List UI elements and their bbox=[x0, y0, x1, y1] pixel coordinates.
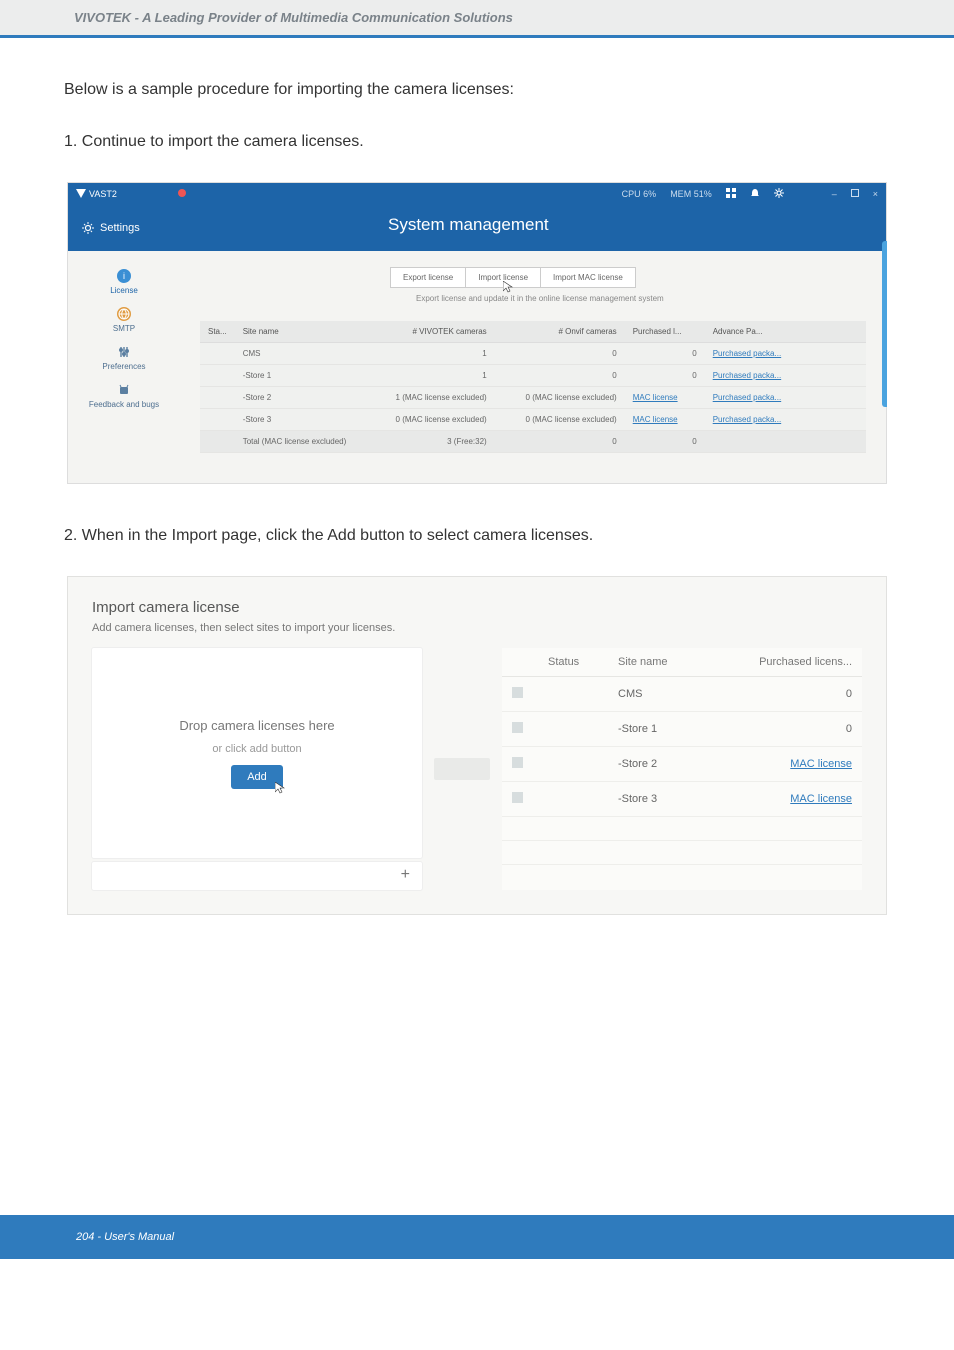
license-table: Sta... Site name # VIVOTEK cameras # Onv… bbox=[200, 321, 866, 453]
table-row: -Store 1100Purchased packa... bbox=[200, 365, 866, 387]
export-license-button[interactable]: Export license bbox=[390, 267, 466, 288]
mac-license-link[interactable]: MAC license bbox=[790, 793, 852, 805]
gear-icon[interactable] bbox=[774, 188, 784, 200]
purchased-link[interactable]: Purchased packa... bbox=[713, 393, 781, 402]
settings-label: Settings bbox=[100, 222, 140, 234]
mem-label: MEM bbox=[670, 189, 691, 199]
mac-license-link[interactable]: MAC license bbox=[790, 758, 852, 770]
table-row: -Store 30 (MAC license excluded)0 (MAC l… bbox=[200, 409, 866, 431]
sidebar-label-license: License bbox=[110, 286, 138, 295]
brand-line: VIVOTEK - A Leading Provider of Multimed… bbox=[74, 10, 513, 25]
purchased-link[interactable]: Purchased packa... bbox=[713, 415, 781, 424]
table-row: CMS0 bbox=[502, 677, 862, 712]
cursor-icon bbox=[275, 782, 285, 797]
purchased-link[interactable]: Purchased packa... bbox=[713, 349, 781, 358]
dialog-subtitle: Add camera licenses, then select sites t… bbox=[92, 622, 862, 634]
sidebar-label-feedback: Feedback and bugs bbox=[89, 400, 159, 409]
col-sitename: Site name bbox=[235, 321, 365, 343]
table-row: -Store 3MAC license bbox=[502, 782, 862, 817]
drop-line1: Drop camera licenses here bbox=[179, 718, 334, 733]
add-button-label: Add bbox=[247, 771, 267, 783]
table-row: -Store 10 bbox=[502, 712, 862, 747]
bell-icon[interactable] bbox=[750, 188, 760, 200]
side-tab-handle[interactable] bbox=[882, 241, 887, 407]
sliders-icon bbox=[117, 345, 131, 359]
sidebar-label-preferences: Preferences bbox=[102, 362, 145, 371]
import-mac-license-button[interactable]: Import MAC license bbox=[540, 267, 636, 288]
license-hint: Export license and update it in the onli… bbox=[416, 294, 866, 303]
step2-text: 2. When in the Import page, click the Ad… bbox=[64, 524, 890, 548]
table-total-row: Total (MAC license excluded)3 (Free:32)0… bbox=[200, 431, 866, 453]
doc-footer: 204 - User's Manual bbox=[0, 1215, 954, 1259]
add-button[interactable]: Add bbox=[231, 765, 283, 789]
sites-table: Status Site name Purchased licens... CMS… bbox=[502, 648, 862, 889]
screenshot-system-management: VAST2 CPU 6% MEM 51% – × bbox=[67, 182, 887, 484]
col-onvif: # Onvif cameras bbox=[495, 321, 625, 343]
cursor-icon bbox=[503, 281, 513, 295]
checkbox[interactable] bbox=[512, 722, 523, 733]
col-status: Status bbox=[538, 648, 608, 677]
intro-text: Below is a sample procedure for importin… bbox=[64, 78, 890, 102]
sidebar-item-preferences[interactable]: Preferences bbox=[68, 339, 180, 377]
arrow-indicator bbox=[422, 648, 502, 890]
table-row: CMS100Purchased packa... bbox=[200, 343, 866, 365]
product-logo: VAST2 bbox=[76, 189, 117, 199]
step1-text: 1. Continue to import the camera license… bbox=[64, 130, 890, 154]
table-row: -Store 2MAC license bbox=[502, 747, 862, 782]
settings-breadcrumb[interactable]: Settings bbox=[82, 222, 232, 234]
product-name: VAST2 bbox=[89, 189, 117, 199]
cpu-pct: 6% bbox=[643, 189, 656, 199]
purchased-link[interactable]: Purchased packa... bbox=[713, 371, 781, 380]
drop-line2: or click add button bbox=[212, 743, 301, 755]
mac-license-link[interactable]: MAC license bbox=[633, 415, 678, 424]
sidebar-item-feedback[interactable]: Feedback and bugs bbox=[68, 377, 180, 415]
col-sitename: Site name bbox=[608, 648, 705, 677]
checkbox[interactable] bbox=[512, 792, 523, 803]
minimize-icon[interactable]: – bbox=[832, 189, 837, 199]
globe-icon bbox=[117, 307, 131, 321]
checkbox[interactable] bbox=[512, 687, 523, 698]
footer-text: 204 - User's Manual bbox=[76, 1231, 174, 1243]
screenshot-import-dialog: Import camera license Add camera license… bbox=[67, 576, 887, 915]
bug-icon bbox=[117, 383, 131, 397]
mac-license-link[interactable]: MAC license bbox=[633, 393, 678, 402]
rec-icon bbox=[177, 188, 187, 200]
app-subheader: Settings System management bbox=[68, 205, 886, 251]
col-advance: Advance Pa... bbox=[705, 321, 866, 343]
sidebar-item-license[interactable]: i License bbox=[68, 263, 180, 301]
mem-pct: 51% bbox=[694, 189, 712, 199]
maximize-icon[interactable] bbox=[851, 189, 859, 199]
col-vivotek: # VIVOTEK cameras bbox=[365, 321, 495, 343]
license-panel: Export license Import license Import MAC… bbox=[180, 251, 886, 481]
checkbox[interactable] bbox=[512, 757, 523, 768]
plus-icon: + bbox=[401, 866, 410, 883]
cpu-label: CPU bbox=[622, 189, 641, 199]
table-row: -Store 21 (MAC license excluded)0 (MAC l… bbox=[200, 387, 866, 409]
app-titlebar: VAST2 CPU 6% MEM 51% – × bbox=[68, 183, 886, 205]
grid-icon[interactable] bbox=[726, 188, 736, 200]
sidebar-item-smtp[interactable]: SMTP bbox=[68, 301, 180, 339]
col-purchased: Purchased l... bbox=[625, 321, 705, 343]
col-purchased: Purchased licens... bbox=[705, 648, 862, 677]
page-title: System management bbox=[388, 215, 549, 235]
dialog-title: Import camera license bbox=[92, 599, 862, 616]
add-more-button[interactable]: + bbox=[92, 862, 422, 890]
sidebar-label-smtp: SMTP bbox=[113, 324, 135, 333]
col-status: Sta... bbox=[200, 321, 235, 343]
doc-header: VIVOTEK - A Leading Provider of Multimed… bbox=[0, 0, 954, 35]
close-icon[interactable]: × bbox=[873, 189, 878, 199]
import-license-button[interactable]: Import license bbox=[466, 267, 540, 288]
settings-sidebar: i License SMTP bbox=[68, 251, 180, 481]
drop-zone[interactable]: Drop camera licenses here or click add b… bbox=[92, 648, 422, 858]
info-icon: i bbox=[117, 269, 131, 283]
